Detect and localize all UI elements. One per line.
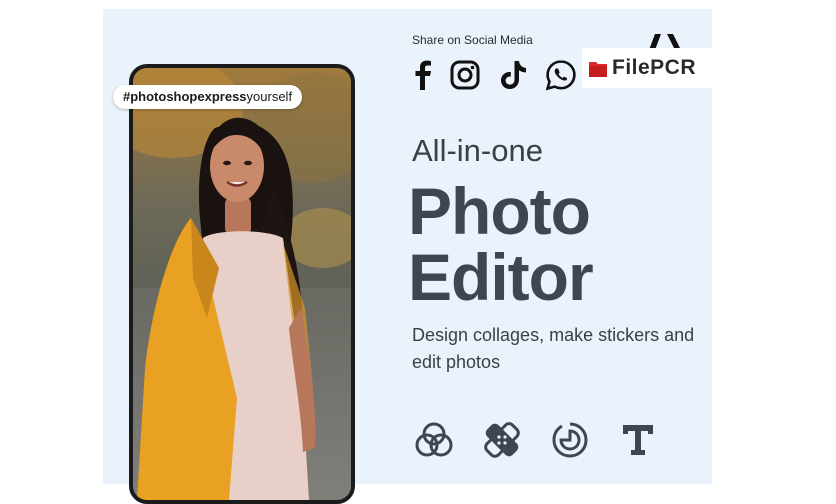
- watermark-text: FilePCR: [612, 56, 697, 79]
- title-photo: Photo: [408, 174, 591, 248]
- tiktok-icon[interactable]: [496, 58, 530, 92]
- portrait-photo: [133, 68, 351, 500]
- facebook-icon[interactable]: [406, 58, 440, 92]
- description: Design collages, make stickers and edit …: [412, 325, 695, 372]
- folder-icon: [589, 62, 607, 77]
- edit-photo-icon: [552, 422, 588, 458]
- headline: All-in-one: [412, 133, 543, 168]
- whatsapp-icon[interactable]: [544, 58, 578, 92]
- hashtag-rest: yourself: [246, 89, 293, 104]
- text-icon: [623, 425, 653, 455]
- sticker-icon: [484, 422, 520, 458]
- instagram-icon[interactable]: [448, 58, 482, 92]
- title-editor: Editor: [408, 240, 594, 314]
- hashtag-bold: #photoshopexpress: [123, 89, 247, 104]
- top-mask: [312, 0, 604, 9]
- collage-icon: [415, 422, 453, 457]
- filepcr-watermark: FilePCR: [582, 48, 712, 88]
- phone-mockup: [129, 64, 355, 504]
- share-label: Share on Social Media: [412, 33, 533, 47]
- hashtag-pill: #photoshopexpressyourself: [113, 85, 303, 109]
